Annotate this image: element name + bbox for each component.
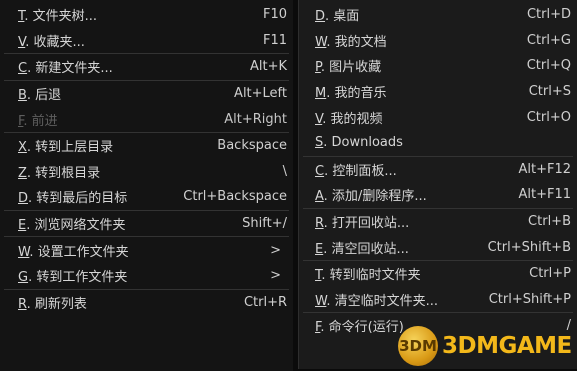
accelerator-key: E bbox=[315, 241, 324, 257]
menu-item-new-folder[interactable]: C. 新建文件夹... Alt+K bbox=[0, 54, 293, 80]
shortcut: Alt+F12 bbox=[518, 161, 571, 177]
menu-item-control-panel[interactable]: C. 控制面板... Alt+F12 bbox=[299, 157, 577, 183]
shortcut: Backspace bbox=[217, 138, 287, 154]
menu-item-downloads[interactable]: S. Downloads bbox=[299, 130, 577, 156]
menu-item-my-videos[interactable]: V. 我的视频 Ctrl+O bbox=[299, 104, 577, 130]
menu-item-desktop[interactable]: D. 桌面 Ctrl+D bbox=[299, 2, 577, 28]
shortcut: Alt+Left bbox=[234, 86, 287, 102]
shortcut: Ctrl+S bbox=[528, 84, 571, 100]
menu-item-label: . 设置工作文件夹 bbox=[29, 244, 129, 260]
shortcut: Ctrl+B bbox=[528, 214, 571, 230]
menu-item-label: . 清空回收站... bbox=[323, 241, 409, 257]
menu-item-open-recycle-bin[interactable]: R. 打开回收站... Ctrl+B bbox=[299, 209, 577, 235]
menu-item-label: . 打开回收站... bbox=[323, 216, 410, 232]
menu-item-command-line[interactable]: F. 命令行(运行) / bbox=[299, 313, 577, 339]
menu-item-my-pictures[interactable]: P. 图片收藏 Ctrl+Q bbox=[299, 53, 577, 79]
shortcut: \ bbox=[282, 163, 287, 179]
shortcut: F11 bbox=[262, 32, 287, 48]
menu-item-my-music[interactable]: M. 我的音乐 Ctrl+S bbox=[299, 79, 577, 105]
menu-item-label: . 命令行(运行) bbox=[320, 320, 404, 336]
accelerator-key: C bbox=[18, 61, 28, 77]
accelerator-key: Z bbox=[18, 165, 27, 181]
accelerator-key: W bbox=[315, 34, 327, 50]
accelerator-key: A bbox=[315, 189, 324, 205]
menu-item-add-remove-programs[interactable]: A. 添加/删除程序... Alt+F11 bbox=[299, 182, 577, 208]
menu-item-label: . 我的音乐 bbox=[326, 86, 387, 102]
menu-item-refresh[interactable]: R. 刷新列表 Ctrl+R bbox=[0, 290, 293, 316]
menu-item-folder-tree[interactable]: T. 文件夹树... F10 bbox=[0, 2, 293, 28]
shortcut: Ctrl+Shift+P bbox=[488, 291, 571, 307]
accelerator-key: D bbox=[18, 191, 29, 207]
menu-item-label: . 转到根目录 bbox=[26, 165, 101, 181]
menu-item-label: . 文件夹树... bbox=[24, 9, 98, 25]
shortcut: Ctrl+O bbox=[526, 109, 571, 125]
menu-item-root-directory[interactable]: Z. 转到根目录 \ bbox=[0, 159, 293, 185]
menu-item-forward: F. 前进 Alt+Right bbox=[0, 106, 293, 132]
menu-item-set-work-folder[interactable]: W. 设置工作文件夹 > bbox=[0, 237, 293, 263]
menu-item-my-documents[interactable]: W. 我的文档 Ctrl+G bbox=[299, 28, 577, 54]
accelerator-key: W bbox=[18, 244, 30, 260]
accelerator-key: R bbox=[315, 216, 324, 232]
menu-item-last-target[interactable]: D. 转到最后的目标 Ctrl+Backspace bbox=[0, 184, 293, 210]
menu-item-label: . 桌面 bbox=[325, 9, 360, 25]
menu-item-label: . 转到临时文件夹 bbox=[321, 268, 421, 284]
shortcut: Ctrl+Shift+B bbox=[487, 239, 571, 255]
accelerator-key: X bbox=[18, 140, 27, 156]
shortcut: Ctrl+G bbox=[526, 32, 571, 48]
submenu-arrow: > bbox=[270, 242, 281, 258]
menu-item-goto-work-folder[interactable]: G. 转到工作文件夹 > bbox=[0, 263, 293, 289]
navigation-menu: T. 文件夹树... F10 V. 收藏夹... F11 C. 新建文件夹...… bbox=[0, 0, 293, 371]
menu-item-label: . 转到工作文件夹 bbox=[28, 270, 128, 286]
goto-submenu: D. 桌面 Ctrl+D W. 我的文档 Ctrl+G P. 图片收藏 Ctrl… bbox=[298, 0, 577, 369]
shortcut: Alt+F11 bbox=[518, 187, 571, 203]
accelerator-key: W bbox=[315, 293, 327, 309]
shortcut: Alt+K bbox=[249, 59, 287, 75]
accelerator-key: C bbox=[315, 163, 325, 179]
menu-item-label: . 新建文件夹... bbox=[27, 61, 113, 77]
accelerator-key: E bbox=[18, 218, 27, 234]
menu-item-label: . 控制面板... bbox=[324, 163, 397, 179]
menu-item-label: . 浏览网络文件夹 bbox=[26, 218, 126, 234]
menu-item-label: . 清空临时文件夹... bbox=[326, 293, 439, 309]
menu-item-back[interactable]: B. 后退 Alt+Left bbox=[0, 81, 293, 107]
menu-item-label: . 收藏夹... bbox=[25, 34, 85, 50]
menu-item-browse-network[interactable]: E. 浏览网络文件夹 Shift+/ bbox=[0, 211, 293, 237]
menu-item-goto-temp-folder[interactable]: T. 转到临时文件夹 Ctrl+P bbox=[299, 261, 577, 287]
accelerator-key: G bbox=[18, 270, 29, 286]
menu-item-empty-recycle-bin[interactable]: E. 清空回收站... Ctrl+Shift+B bbox=[299, 234, 577, 260]
accelerator-key: D bbox=[315, 9, 326, 25]
menu-item-label: . Downloads bbox=[323, 135, 403, 151]
shortcut: Ctrl+P bbox=[529, 266, 571, 282]
shortcut: / bbox=[566, 318, 571, 334]
menu-item-label: . 后退 bbox=[26, 88, 62, 104]
menu-item-label: . 刷新列表 bbox=[26, 296, 87, 312]
menu-item-label: . 前进 bbox=[23, 113, 58, 129]
accelerator-key: R bbox=[18, 296, 27, 312]
accelerator-key: B bbox=[18, 88, 27, 104]
shortcut: Ctrl+R bbox=[243, 294, 287, 310]
shortcut: Ctrl+Backspace bbox=[183, 189, 287, 205]
menu-item-label: . 转到上层目录 bbox=[26, 140, 114, 156]
accelerator-key: M bbox=[315, 86, 327, 102]
menu-item-label: . 图片收藏 bbox=[320, 60, 382, 76]
shortcut: F10 bbox=[262, 7, 287, 23]
menu-item-label: . 添加/删除程序... bbox=[323, 189, 427, 205]
menu-item-favorites[interactable]: V. 收藏夹... F11 bbox=[0, 28, 293, 54]
menu-item-label: . 我的文档 bbox=[326, 34, 387, 50]
menu-item-empty-temp-folder[interactable]: W. 清空临时文件夹... Ctrl+Shift+P bbox=[299, 287, 577, 313]
submenu-arrow: > bbox=[270, 268, 281, 284]
menu-item-label: . 我的视频 bbox=[322, 111, 383, 127]
shortcut: Ctrl+D bbox=[526, 7, 571, 23]
menu-item-parent-directory[interactable]: X. 转到上层目录 Backspace bbox=[0, 133, 293, 159]
shortcut: Alt+Right bbox=[224, 111, 287, 127]
shortcut: Shift+/ bbox=[242, 216, 287, 232]
shortcut: Ctrl+Q bbox=[526, 58, 571, 74]
menu-item-label: . 转到最后的目标 bbox=[28, 191, 128, 207]
